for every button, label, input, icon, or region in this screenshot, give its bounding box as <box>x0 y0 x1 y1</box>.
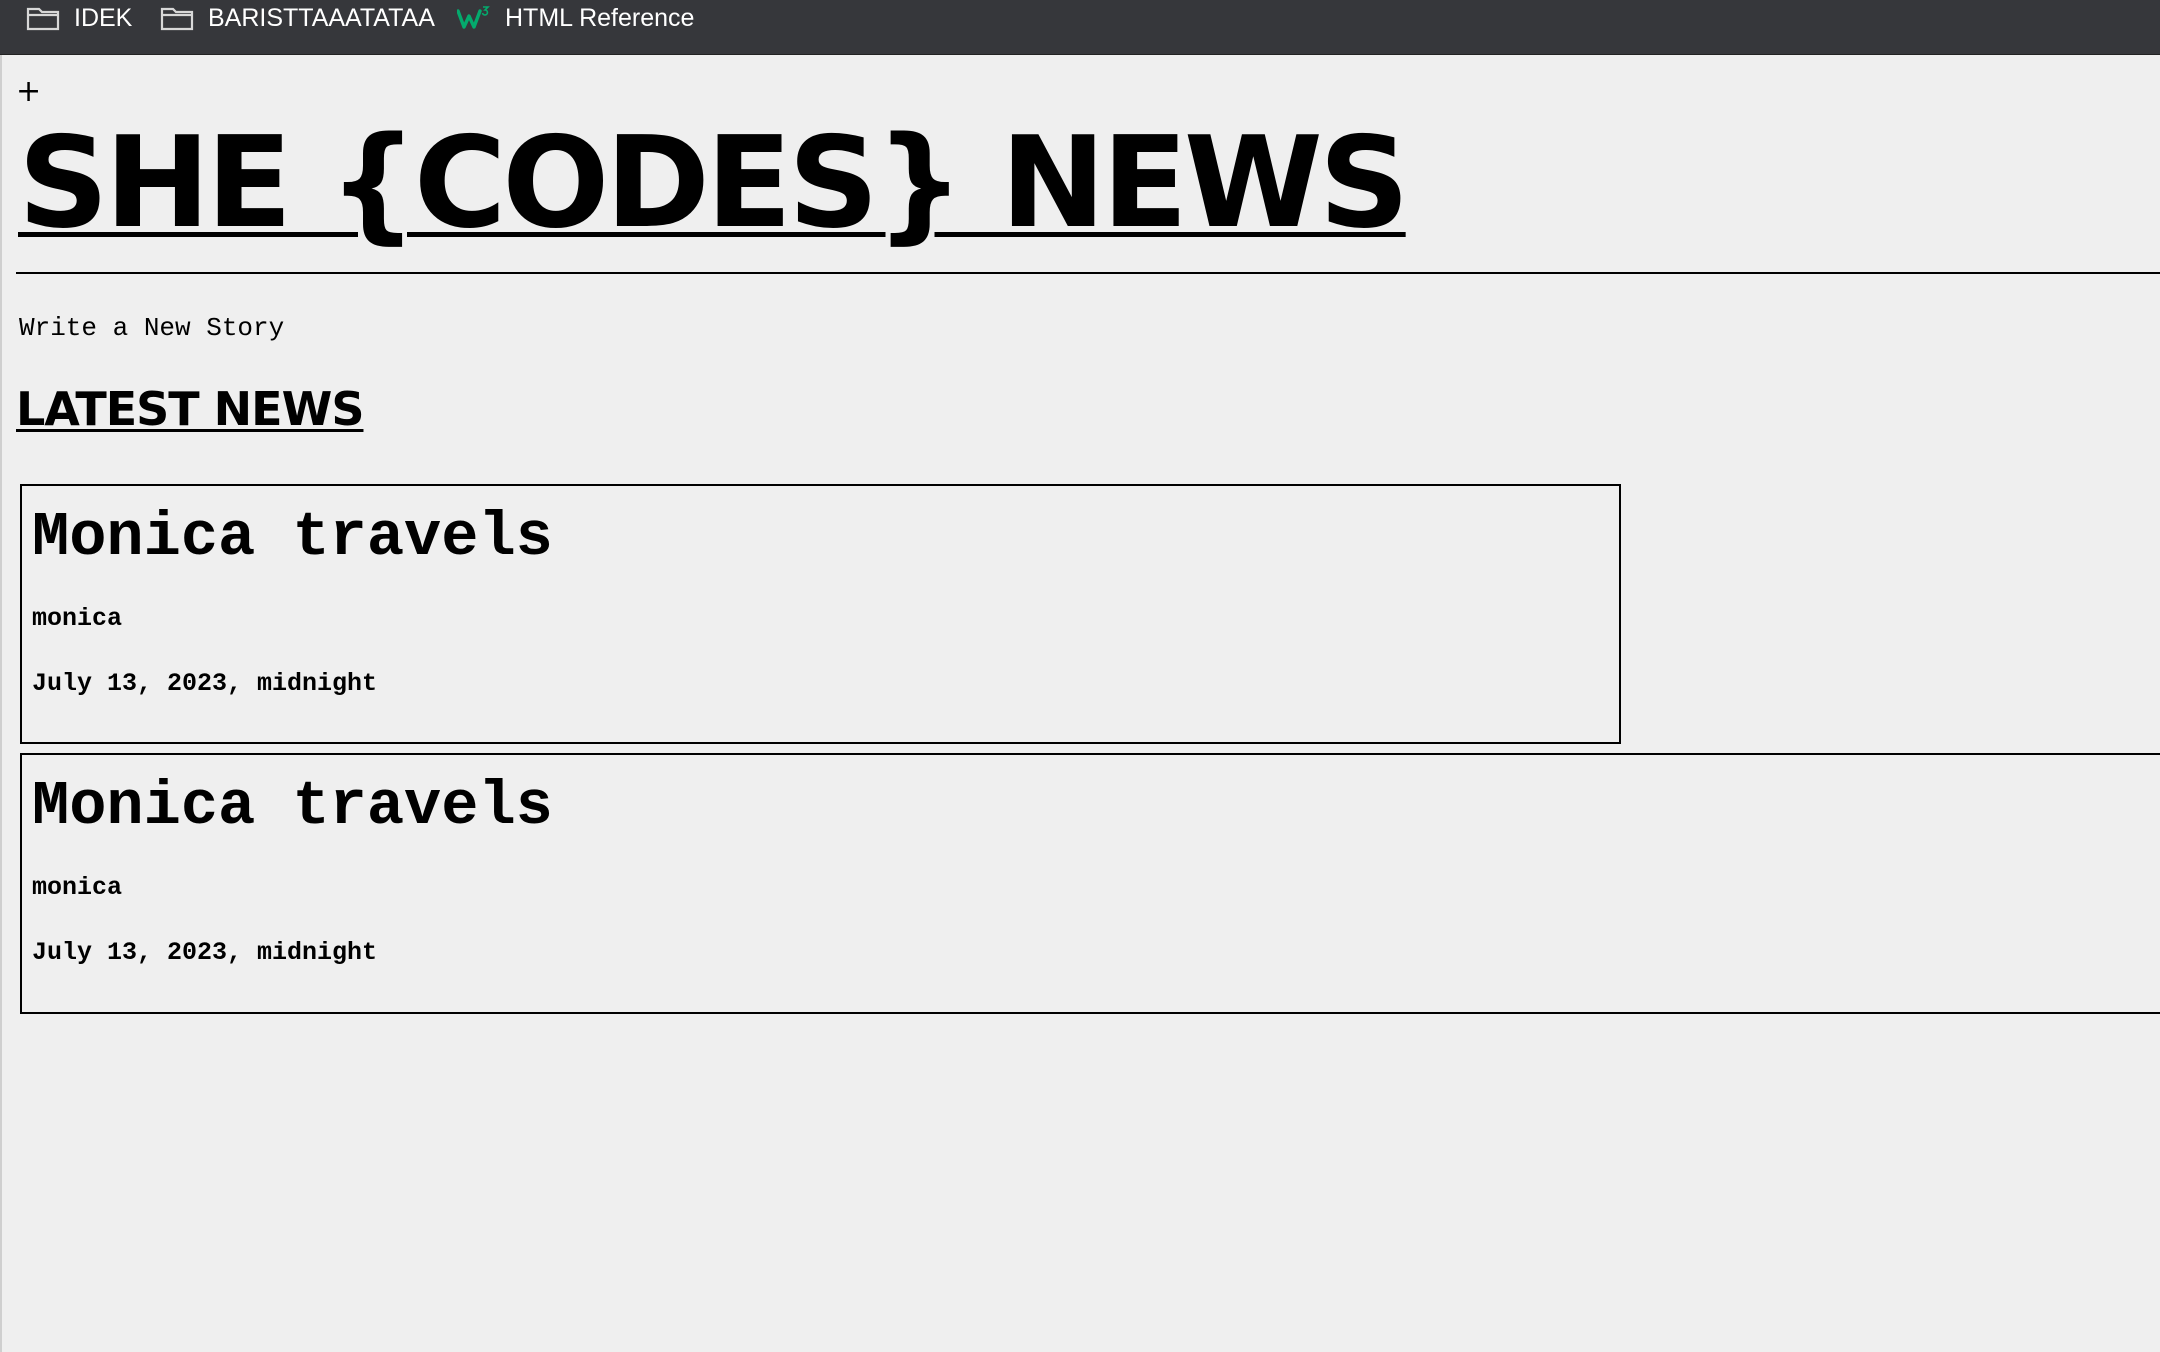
story-date: July 13, 2023, midnight <box>32 938 378 967</box>
bookmark-html-reference[interactable]: HTML Reference <box>457 0 694 36</box>
story-card[interactable]: Monica travels monica July 13, 2023, mid… <box>20 753 2160 1014</box>
bookmark-label: HTML Reference <box>505 3 695 32</box>
story-date: July 13, 2023, midnight <box>32 669 378 698</box>
w3schools-icon <box>457 5 491 31</box>
story-card[interactable]: Monica travels monica July 13, 2023, mid… <box>20 484 1621 744</box>
bookmarks-bar: IDEK BARISTTAAATATAA HTML Reference <box>0 0 2160 55</box>
write-new-story-link[interactable]: Write a New Story <box>19 312 284 344</box>
story-title: Monica travels <box>32 771 553 842</box>
folder-icon <box>26 5 60 31</box>
bookmark-label: BARISTTAAATATAA <box>208 3 435 32</box>
site-title[interactable]: SHE {CODES} NEWS <box>18 118 1410 248</box>
bookmark-label: IDEK <box>74 3 133 32</box>
latest-news-heading: LATEST NEWS <box>16 382 364 436</box>
story-author: monica <box>32 604 123 633</box>
folder-icon <box>160 5 194 31</box>
plus-link[interactable]: + <box>16 72 41 112</box>
bookmark-baristtaaatataa[interactable]: BARISTTAAATATAA <box>160 0 435 36</box>
window-left-border <box>0 55 2 1352</box>
bookmark-idek[interactable]: IDEK <box>26 0 132 36</box>
story-author: monica <box>32 873 123 902</box>
header-divider <box>16 272 2160 274</box>
story-title: Monica travels <box>32 502 553 573</box>
